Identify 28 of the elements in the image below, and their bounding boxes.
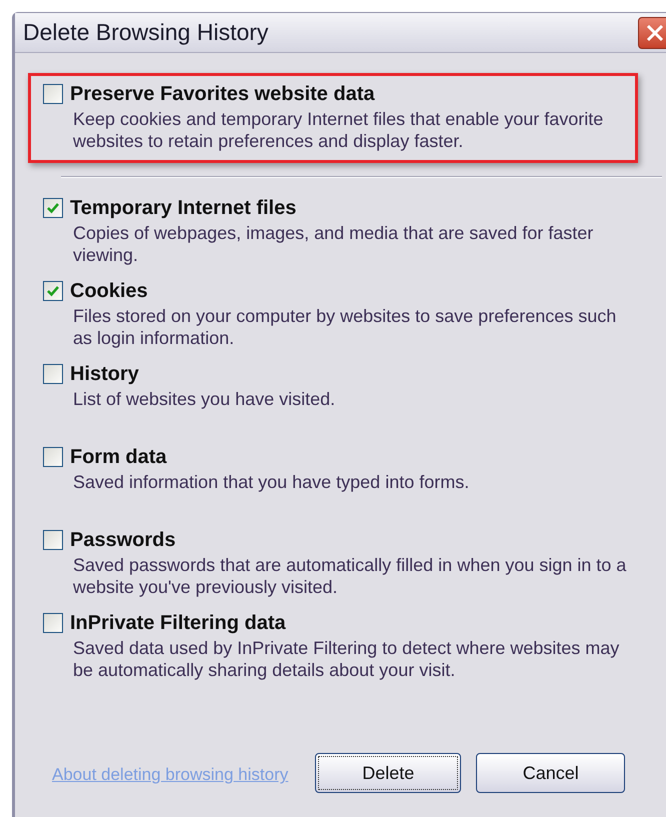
close-button[interactable] (638, 16, 666, 48)
dialog-button[interactable]: Cancel (476, 753, 626, 793)
option-description: Copies of webpages, images, and media that are saved for faster viewing. (73, 222, 594, 266)
option-label[interactable]: Preserve Favorites website data (70, 82, 375, 106)
check-icon (46, 201, 60, 215)
option-description: List of websites you have visited. (73, 388, 336, 410)
checkbox[interactable] (43, 281, 63, 301)
checkbox[interactable] (43, 84, 63, 104)
window-title: Delete Browsing History (23, 18, 268, 48)
option-description: Saved data used by InPrivate Filtering to detect where websites may be automatically sharing details about your visit. (73, 637, 620, 681)
option-label[interactable]: History (70, 362, 139, 386)
checkbox[interactable] (43, 364, 63, 384)
option-label[interactable]: Form data (70, 445, 167, 469)
close-icon (645, 22, 665, 42)
option-label[interactable]: InPrivate Filtering data (70, 611, 286, 635)
dialog-button[interactable]: Delete (315, 753, 462, 793)
option-label[interactable]: Cookies (70, 279, 148, 303)
option-description: Saved information that you have typed into forms. (73, 471, 470, 493)
option-label[interactable]: Passwords (70, 528, 176, 552)
checkbox[interactable] (43, 530, 63, 550)
option-label[interactable]: Temporary Internet files (70, 196, 296, 220)
checkbox[interactable] (43, 198, 63, 218)
checkbox[interactable] (43, 613, 63, 633)
option-description: Files stored on your computer by websites to save preferences such as login information. (73, 305, 618, 349)
option-description: Keep cookies and temporary Internet files that enable your favorite websites to retain preferences and display faster. (73, 108, 604, 152)
option-description: Saved passwords that are automatically filled in when you sign in to a website you've previously visited. (73, 554, 628, 598)
check-icon (46, 284, 60, 298)
checkbox[interactable] (43, 447, 63, 467)
